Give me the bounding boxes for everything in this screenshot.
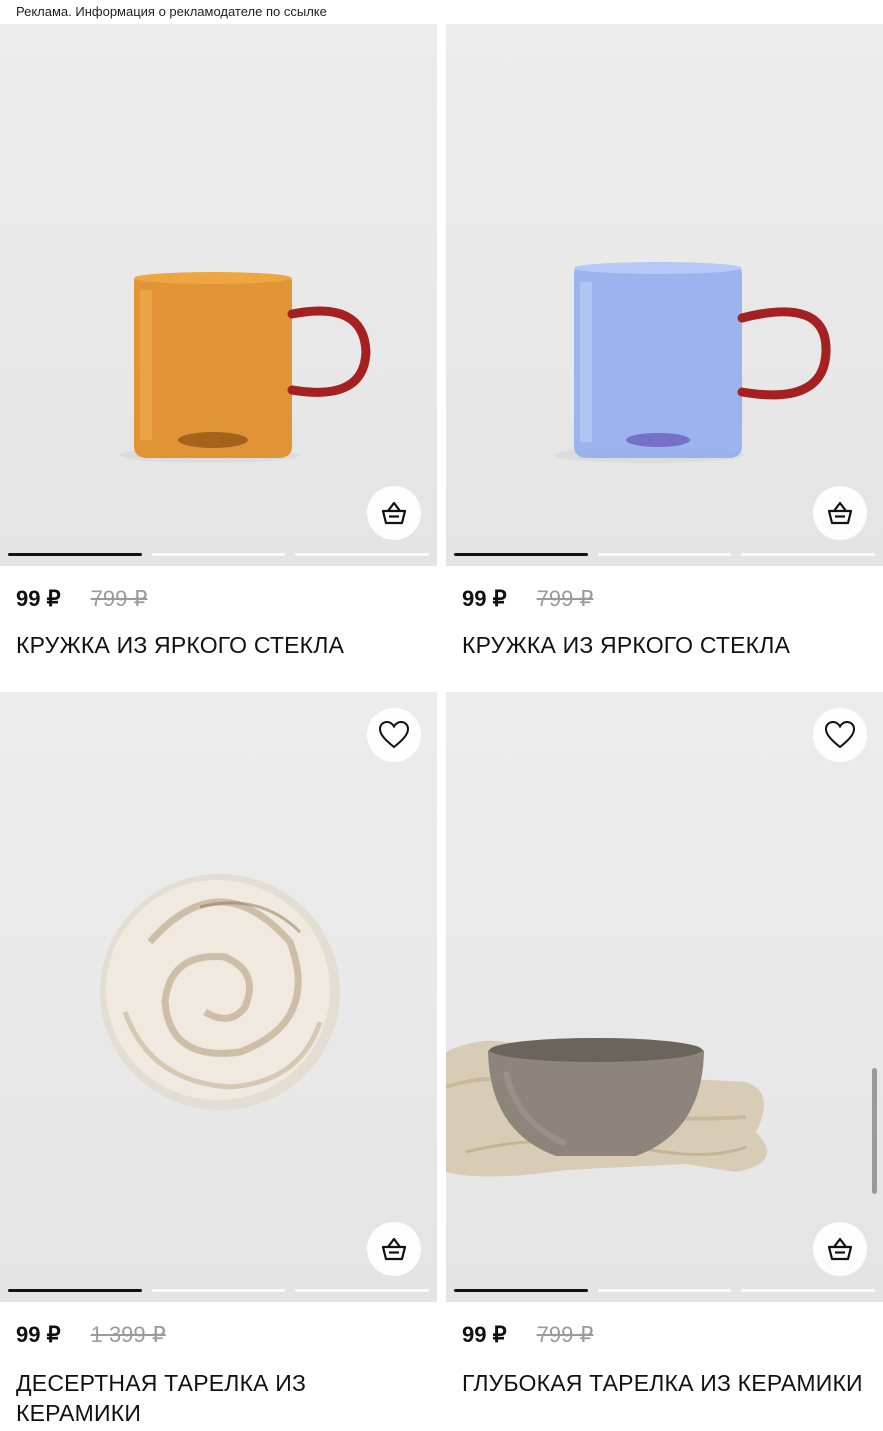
gallery-indicator xyxy=(8,553,430,556)
add-to-cart-button[interactable] xyxy=(367,1222,421,1276)
product-photo[interactable] xyxy=(446,692,883,1302)
marble-dessert-plate-image xyxy=(100,874,340,1110)
gallery-dot xyxy=(295,553,430,556)
old-price: 799 ₽ xyxy=(536,586,594,611)
old-price: 1 399 ₽ xyxy=(90,1322,166,1347)
gallery-indicator xyxy=(8,1289,430,1292)
gallery-dot xyxy=(151,1289,286,1292)
product-card[interactable]: 99 ₽ 799 ₽ ГЛУБОКАЯ ТАРЕЛКА ИЗ КЕРАМИКИ xyxy=(446,692,883,1396)
gallery-dot xyxy=(8,553,142,556)
price-row: 99 ₽ 1 399 ₽ xyxy=(16,1322,166,1348)
gallery-indicator xyxy=(454,553,876,556)
add-to-cart-button[interactable] xyxy=(367,486,421,540)
heart-icon xyxy=(378,720,410,749)
product-title[interactable]: ДЕСЕРТНАЯ ТАРЕЛКА ИЗ КЕРАМИКИ xyxy=(16,1368,421,1428)
ad-notice-bar[interactable]: Реклама. Информация о рекламодателе по с… xyxy=(0,0,883,24)
price-row: 99 ₽ 799 ₽ xyxy=(462,1322,593,1348)
basket-icon xyxy=(827,1237,853,1261)
grey-ceramic-bowl-image xyxy=(446,1038,768,1177)
product-photo[interactable] xyxy=(0,0,437,566)
add-to-cart-button[interactable] xyxy=(813,486,867,540)
gallery-indicator xyxy=(454,1289,876,1292)
ad-notice-text[interactable]: Реклама. Информация о рекламодателе по с… xyxy=(16,4,327,19)
price-row: 99 ₽ 799 ₽ xyxy=(462,586,593,612)
scrollbar[interactable] xyxy=(872,1068,877,1194)
favorite-button[interactable] xyxy=(367,708,421,762)
basket-icon xyxy=(381,501,407,525)
product-title[interactable]: КРУЖКА ИЗ ЯРКОГО СТЕКЛА xyxy=(16,630,421,660)
heart-icon xyxy=(824,720,856,749)
price-row: 99 ₽ 799 ₽ xyxy=(16,586,147,612)
old-price: 799 ₽ xyxy=(536,1322,594,1347)
gallery-dot xyxy=(597,553,732,556)
current-price: 99 ₽ xyxy=(16,586,61,611)
gallery-dot xyxy=(295,1289,430,1292)
product-card[interactable]: 99 ₽ 1 399 ₽ ДЕСЕРТНАЯ ТАРЕЛКА ИЗ КЕРАМИ… xyxy=(0,692,437,1426)
orange-glass-mug-image xyxy=(120,272,371,463)
blue-glass-mug-image xyxy=(554,262,831,463)
product-photo[interactable] xyxy=(446,0,883,566)
current-price: 99 ₽ xyxy=(462,586,507,611)
add-to-cart-button[interactable] xyxy=(813,1222,867,1276)
basket-icon xyxy=(381,1237,407,1261)
product-photo[interactable] xyxy=(0,692,437,1302)
current-price: 99 ₽ xyxy=(462,1322,507,1347)
gallery-dot xyxy=(151,553,286,556)
product-title[interactable]: КРУЖКА ИЗ ЯРКОГО СТЕКЛА xyxy=(462,630,867,660)
current-price: 99 ₽ xyxy=(16,1322,61,1347)
gallery-dot xyxy=(454,1289,588,1292)
gallery-dot xyxy=(741,553,876,556)
product-card[interactable]: 99 ₽ 799 ₽ КРУЖКА ИЗ ЯРКОГО СТЕКЛА xyxy=(446,0,883,658)
favorite-button[interactable] xyxy=(813,708,867,762)
product-title[interactable]: ГЛУБОКАЯ ТАРЕЛКА ИЗ КЕРАМИКИ xyxy=(462,1368,867,1398)
product-card[interactable]: 99 ₽ 799 ₽ КРУЖКА ИЗ ЯРКОГО СТЕКЛА xyxy=(0,0,437,658)
gallery-dot xyxy=(454,553,588,556)
old-price: 799 ₽ xyxy=(90,586,148,611)
gallery-dot xyxy=(741,1289,876,1292)
gallery-dot xyxy=(8,1289,142,1292)
gallery-dot xyxy=(597,1289,732,1292)
basket-icon xyxy=(827,501,853,525)
